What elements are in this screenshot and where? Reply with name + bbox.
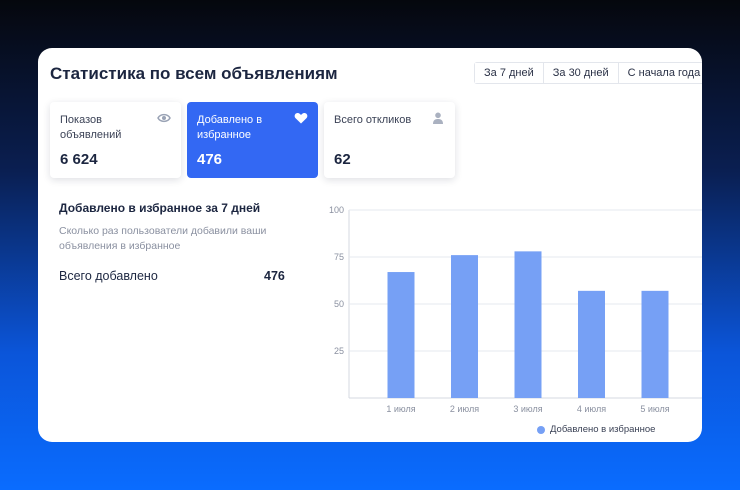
x-tick-label: 3 июля xyxy=(513,404,542,414)
bar xyxy=(578,290,605,398)
y-tick-label: 75 xyxy=(334,252,344,262)
legend-swatch xyxy=(537,425,545,434)
y-tick-label: 50 xyxy=(334,299,344,309)
x-tick-label: 2 июля xyxy=(450,404,479,414)
x-tick-label: 1 июля xyxy=(386,404,415,414)
chart-legend: Добавлено в избранное xyxy=(537,424,655,435)
x-tick-label: 5 июля xyxy=(640,404,669,414)
legend-label: Добавлено в избранное xyxy=(550,424,656,435)
bar xyxy=(641,290,669,398)
favorites-bar-chart: 25 50 75 100 1 июля 2 июля 3 июля 4 июля 5 июля xyxy=(329,205,702,414)
bar xyxy=(514,251,542,398)
bar xyxy=(387,272,415,398)
x-tick-label: 4 июля xyxy=(577,404,606,414)
y-tick-label: 25 xyxy=(334,346,344,356)
y-tick-label: 100 xyxy=(329,205,344,215)
bar xyxy=(451,255,478,398)
stats-card: Статистика по всем объявлениям За 7 дней… xyxy=(38,48,702,442)
